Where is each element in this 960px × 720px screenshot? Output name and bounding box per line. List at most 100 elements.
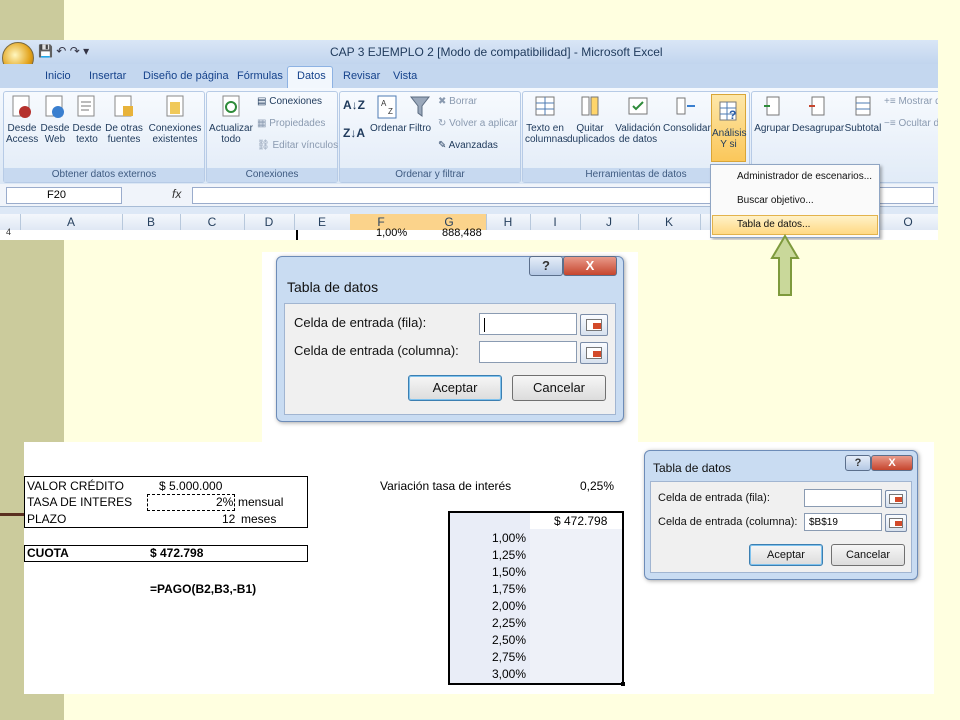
col-range-selector-icon[interactable]	[580, 342, 608, 364]
valor-credito-value[interactable]: $ 5.000.000	[159, 479, 222, 493]
rate-cell[interactable]: 2,75%	[492, 650, 526, 664]
quitar-duplicados-button[interactable]: Quitar duplicados	[567, 94, 615, 145]
accept-button[interactable]: Aceptar	[408, 375, 502, 401]
close-button[interactable]: X	[563, 256, 617, 276]
cancel-button[interactable]: Cancelar	[512, 375, 606, 401]
fx-icon[interactable]: fx	[172, 187, 181, 201]
col-header[interactable]: C	[180, 214, 245, 230]
help-button[interactable]: ?	[529, 256, 563, 276]
ordenar-button[interactable]: AZ Ordenar	[370, 94, 407, 134]
rate-cell[interactable]: 2,50%	[492, 633, 526, 647]
data-validation-icon	[628, 97, 648, 115]
filtro-button[interactable]: Filtro	[406, 94, 434, 134]
col-input-label: Celda de entrada (columna):	[294, 343, 459, 358]
help-button[interactable]: ?	[845, 455, 871, 471]
tasa-interes-label: TASA DE INTERES	[27, 495, 133, 509]
tab-inicio[interactable]: Inicio	[45, 70, 71, 82]
agrupar-button[interactable]: Agrupar	[754, 94, 790, 134]
data-table-range[interactable]: $ 472.798 1,00% 1,25% 1,50% 1,75% 2,00% …	[448, 511, 625, 686]
variacion-value[interactable]: 0,25%	[580, 479, 614, 493]
sort-icon: AZ	[377, 95, 397, 119]
rate-cell[interactable]: 2,25%	[492, 616, 526, 630]
col-range-selector-icon[interactable]	[885, 514, 907, 532]
menu-item-administrador-escenarios[interactable]: Administrador de escenarios...	[737, 171, 872, 182]
name-box[interactable]: F20	[6, 187, 122, 204]
cancel-button[interactable]: Cancelar	[831, 544, 905, 566]
col-header[interactable]: E	[294, 214, 351, 230]
col-header[interactable]: H	[486, 214, 531, 230]
mostrar-detalle-item[interactable]: +≡ Mostrar de	[884, 96, 938, 107]
row-input-field[interactable]	[804, 489, 882, 507]
tab-formulas[interactable]: Fórmulas	[237, 70, 283, 82]
cuota-formula: =PAGO(B2,B3,-B1)	[150, 582, 257, 596]
propiedades-item[interactable]: ▦ Propiedades	[257, 118, 325, 129]
subtotal-button[interactable]: Subtotal	[844, 94, 882, 134]
desde-access-button[interactable]: Desde Access	[6, 94, 38, 145]
desagrupar-button[interactable]: Desagrupar	[792, 94, 844, 134]
tasa-interes-value[interactable]: 2%	[216, 495, 233, 509]
col-input-field[interactable]	[479, 341, 577, 363]
borrar-item[interactable]: ✖ Borrar	[438, 96, 477, 107]
sort-az-icon[interactable]: A↓Z	[343, 98, 365, 112]
row-range-selector-icon[interactable]	[580, 314, 608, 336]
refresh-icon	[222, 95, 240, 117]
col-header[interactable]: D	[244, 214, 295, 230]
dialog-title: Tabla de datos	[653, 461, 732, 475]
tab-insertar[interactable]: Insertar	[89, 70, 126, 82]
close-button[interactable]: X	[871, 455, 913, 471]
consolidar-button[interactable]: Consolidar	[663, 94, 711, 134]
tabla-datos-dialog: Tabla de datos ? X Celda de entrada (fil…	[276, 256, 624, 422]
rate-cell[interactable]: 2,00%	[492, 599, 526, 613]
col-header[interactable]: A	[20, 214, 123, 230]
existing-connections-icon	[166, 95, 184, 117]
row-input-field[interactable]	[479, 313, 577, 335]
rate-cell[interactable]: 1,50%	[492, 565, 526, 579]
tab-revisar[interactable]: Revisar	[343, 70, 380, 82]
validacion-datos-button[interactable]: Validación de datos	[615, 94, 661, 145]
group-label: Ordenar y filtrar	[340, 168, 520, 182]
tab-vista[interactable]: Vista	[393, 70, 417, 82]
avanzadas-item[interactable]: ✎ Avanzadas	[438, 140, 498, 151]
row-range-selector-icon[interactable]	[885, 490, 907, 508]
desde-texto-button[interactable]: Desde texto	[72, 94, 102, 145]
conexiones-existentes-button[interactable]: Conexiones existentes	[148, 94, 202, 145]
col-header[interactable]: O	[878, 214, 938, 230]
analisis-y-si-button[interactable]: ? Análisis Y si	[711, 94, 746, 162]
col-input-field[interactable]: $B$19	[804, 513, 882, 531]
volver-aplicar-item[interactable]: ↻ Volver a aplicar	[438, 118, 518, 129]
svg-text:A: A	[381, 99, 387, 108]
col-input-label: Celda de entrada (columna):	[658, 516, 798, 528]
editar-vinculos-item[interactable]: ⛓ Editar vínculos	[257, 140, 338, 151]
col-header[interactable]: K	[638, 214, 701, 230]
rate-cell[interactable]: 3,00%	[492, 667, 526, 681]
rate-cell[interactable]: 1,00%	[492, 531, 526, 545]
save-icon[interactable]: 💾	[38, 44, 53, 58]
actualizar-todo-button[interactable]: Actualizar todo	[209, 94, 253, 145]
menu-item-tabla-datos[interactable]: Tabla de datos...	[737, 219, 810, 230]
plazo-value[interactable]: 12	[222, 512, 235, 526]
texto-columnas-button[interactable]: Texto en columnas	[525, 94, 568, 145]
desde-web-button[interactable]: Desde Web	[40, 94, 70, 145]
conexiones-item[interactable]: ▤ Conexiones	[257, 96, 322, 107]
tab-diseno-pagina[interactable]: Diseño de página	[143, 70, 229, 82]
rate-cell[interactable]: 1,25%	[492, 548, 526, 562]
ocultar-detalle-item[interactable]: −≡ Ocultar de	[884, 118, 938, 129]
redo-icon[interactable]: ↷	[70, 44, 80, 58]
undo-icon[interactable]: ↶	[56, 44, 66, 58]
rate-cell[interactable]: 1,75%	[492, 582, 526, 596]
tabla-datos-dialog-filled: Tabla de datos ? X Celda de entrada (fil…	[644, 450, 918, 580]
fill-handle[interactable]	[621, 682, 625, 686]
table-header-formula[interactable]: $ 472.798	[554, 514, 607, 528]
accept-button[interactable]: Aceptar	[749, 544, 823, 566]
otras-fuentes-button[interactable]: De otras fuentes	[104, 94, 144, 145]
customize-icon[interactable]: ▾	[83, 44, 89, 58]
col-header[interactable]: J	[580, 214, 639, 230]
col-header[interactable]: I	[530, 214, 581, 230]
sort-za-icon[interactable]: Z↓A	[343, 126, 365, 140]
col-header[interactable]: B	[122, 214, 181, 230]
menu-item-buscar-objetivo[interactable]: Buscar objetivo...	[737, 195, 814, 206]
ungroup-icon	[809, 96, 825, 116]
tab-datos[interactable]: Datos	[297, 70, 326, 82]
cuota-value[interactable]: $ 472.798	[150, 546, 203, 560]
quick-access-toolbar[interactable]: 💾 ↶ ↷ ▾	[38, 44, 89, 58]
